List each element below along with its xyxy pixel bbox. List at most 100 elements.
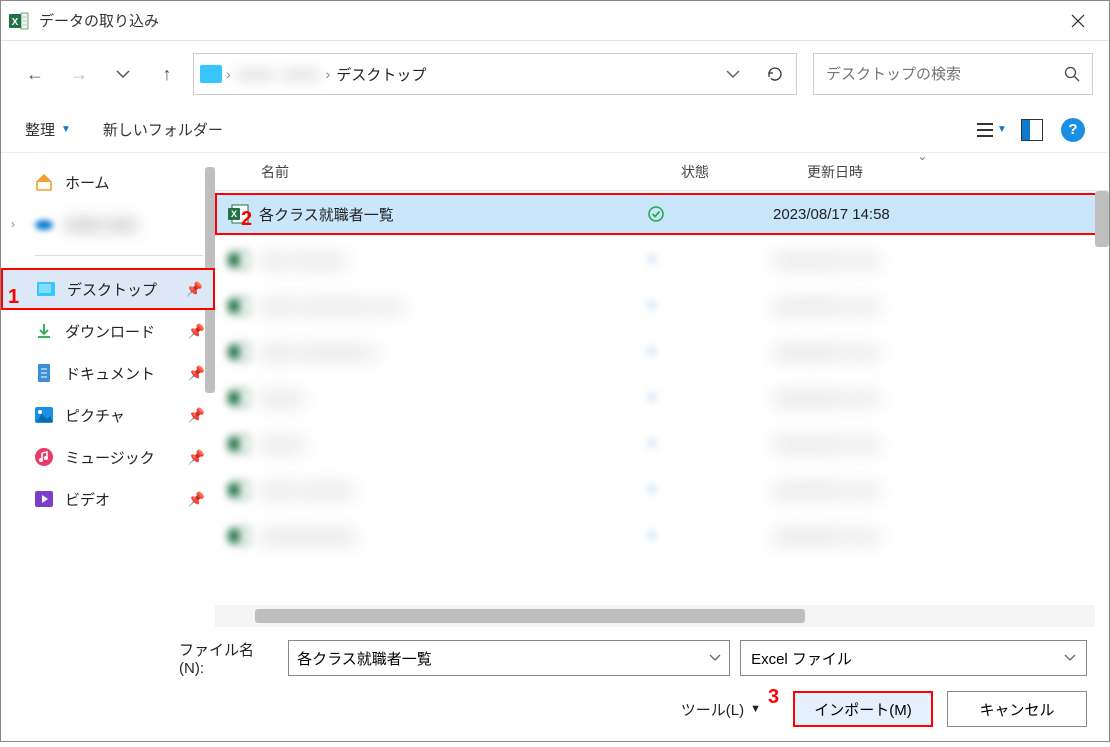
file-row-selected[interactable]: X 各クラス就職者一覧 2023/08/17 14:58 [215,193,1099,235]
sidebar-item-label: ドキュメント [65,363,155,384]
file-state: ○ [647,343,773,361]
file-state [647,205,773,223]
file-name: xxxxx xxxxxxxxx x [259,344,647,361]
footer: ファイル名(N): 各クラス就職者一覧 Excel ファイル ツール(L) ▼ … [1,627,1109,747]
list-icon [977,123,993,137]
file-date: xxxx/xx/xx xx:xx [773,436,880,453]
organize-menu[interactable]: 整理 ▼ [25,119,71,140]
filename-combo[interactable]: 各クラス就職者一覧 [288,640,730,676]
breadcrumb-current[interactable]: デスクトップ [332,64,430,85]
sidebar-item-downloads[interactable]: ダウンロード 📌 [1,310,215,352]
file-date: xxxx/xx/xx xx:xx [773,482,880,499]
sidebar-item-label: ピクチャ [65,405,125,426]
sidebar-item-desktop[interactable]: デスクトップ 📌 [1,268,215,310]
file-name: xxxxxxxxxxxxx [259,528,647,545]
new-folder-label: 新しいフォルダー [103,119,223,140]
titlebar: X データの取り込み [1,1,1109,41]
sidebar-item-pictures[interactable]: ピクチャ 📌 [1,394,215,436]
pin-icon: 📌 [188,365,205,382]
file-row-blurred[interactable]: xxxxx xxxxxxx○xxxx/xx/xx xx:xx [215,467,1109,513]
file-row-blurred[interactable]: xxxxx xxxxxxxxx xxx x○xxxx/xx/xx xx:xx [215,283,1109,329]
excel-file-icon [225,433,253,455]
horizontal-scrollbar[interactable] [215,605,1095,627]
sidebar-item-label: xxxxx xxxx [65,216,137,233]
video-icon [33,489,55,509]
sort-chevron-icon: ⌄ [918,150,927,163]
tools-menu[interactable]: ツール(L) ▼ [681,699,761,720]
sidebar-item-label: ミュージック [65,447,155,468]
location-icon [200,65,222,83]
toolbar-right: ▼ ? [981,118,1085,142]
sidebar-item-documents[interactable]: ドキュメント 📌 [1,352,215,394]
filename-row: ファイル名(N): 各クラス就職者一覧 Excel ファイル [23,639,1087,677]
breadcrumb-blurred-2[interactable]: xxxxx [278,66,324,83]
close-button[interactable] [1055,6,1101,36]
home-icon [33,172,55,192]
excel-file-icon [225,525,253,547]
search-box[interactable] [813,53,1093,95]
file-state: ○ [647,297,773,315]
scrollbar-thumb[interactable] [255,609,805,623]
desktop-icon [35,279,57,299]
toolbar: 整理 ▼ 新しいフォルダー ▼ ? [1,107,1109,153]
file-name: xxxx xxxxxxx [259,252,647,269]
search-icon[interactable] [1064,66,1080,82]
nav-up-button[interactable]: ↑ [149,56,185,92]
svg-text:X: X [12,17,19,28]
cancel-button[interactable]: キャンセル [947,691,1087,727]
music-icon [33,447,55,467]
sidebar-item-home[interactable]: ホーム [1,161,215,203]
file-row-blurred[interactable]: xxxxx xxxxxxxxx x○xxxx/xx/xx xx:xx [215,329,1109,375]
excel-file-icon [225,249,253,271]
svg-text:X: X [231,209,237,219]
file-rows: X 各クラス就職者一覧 2023/08/17 14:58 xxxx xxxxxx… [215,191,1109,605]
file-list-area: 名前 状態 更新日時⌄ X 各クラス就職者一覧 2023/08/17 14:58… [215,153,1109,627]
search-input[interactable] [826,66,1064,83]
address-dropdown[interactable] [718,69,748,79]
filter-combo[interactable]: Excel ファイル [740,640,1087,676]
annotation-1: 1 [8,286,19,309]
preview-pane-button[interactable] [1021,119,1043,141]
file-row-blurred[interactable]: xxxx xxxxxxx○xxxx/xx/xx xx:xx [215,237,1109,283]
excel-file-icon [225,295,253,317]
excel-file-icon [225,341,253,363]
sidebar-separator [35,255,203,256]
new-folder-button[interactable]: 新しいフォルダー [103,119,223,140]
sidebar-item-blurred[interactable]: › xxxxx xxxx [1,203,215,245]
breadcrumb-sep: › [324,66,333,82]
nav-row: ← → ↑ › xxxxx xxxxx › デスクトップ [1,41,1109,107]
sidebar-item-music[interactable]: ミュージック 📌 [1,436,215,478]
refresh-button[interactable] [748,65,790,83]
sidebar-item-label: ホーム [65,172,110,193]
annotation-3: 3 [768,686,779,709]
import-button[interactable]: インポート(M) [793,691,933,727]
pin-icon: 📌 [188,449,205,466]
sidebar-item-videos[interactable]: ビデオ 📌 [1,478,215,520]
file-name: xxxxx xxxxxxx [259,482,647,499]
file-state: ○ [647,435,773,453]
chevron-down-icon: ▼ [750,703,761,715]
nav-history-dropdown[interactable] [105,56,141,92]
file-date: 2023/08/17 14:58 [773,206,890,223]
breadcrumb-blurred-1[interactable]: xxxxx [233,66,279,83]
sidebar-item-label: デスクトップ [67,279,157,300]
file-state: ○ [647,481,773,499]
file-scrollbar[interactable] [1095,191,1109,247]
file-date: xxxx/xx/xx xx:xx [773,390,880,407]
nav-back-button[interactable]: ← [17,56,53,92]
help-button[interactable]: ? [1061,118,1085,142]
file-row-blurred[interactable]: xxxxxxxxxxxxx○xxxx/xx/xx xx:xx [215,513,1109,559]
chevron-down-icon: ▼ [997,124,1007,135]
file-date: xxxx/xx/xx xx:xx [773,528,880,545]
view-mode-button[interactable]: ▼ [981,119,1003,141]
column-header-name[interactable]: 名前 [261,162,681,182]
nav-forward-button[interactable]: → [61,56,97,92]
download-icon [33,321,55,341]
column-header-date[interactable]: 更新日時⌄ [807,162,1007,182]
pin-icon: 📌 [186,281,203,298]
address-bar[interactable]: › xxxxx xxxxx › デスクトップ [193,53,797,95]
file-row-blurred[interactable]: xxxxxx○xxxx/xx/xx xx:xx [215,421,1109,467]
column-header-state[interactable]: 状態 [681,162,807,182]
sidebar-item-label: ダウンロード [65,321,155,342]
file-row-blurred[interactable]: xxxxxx○xxxx/xx/xx xx:xx [215,375,1109,421]
